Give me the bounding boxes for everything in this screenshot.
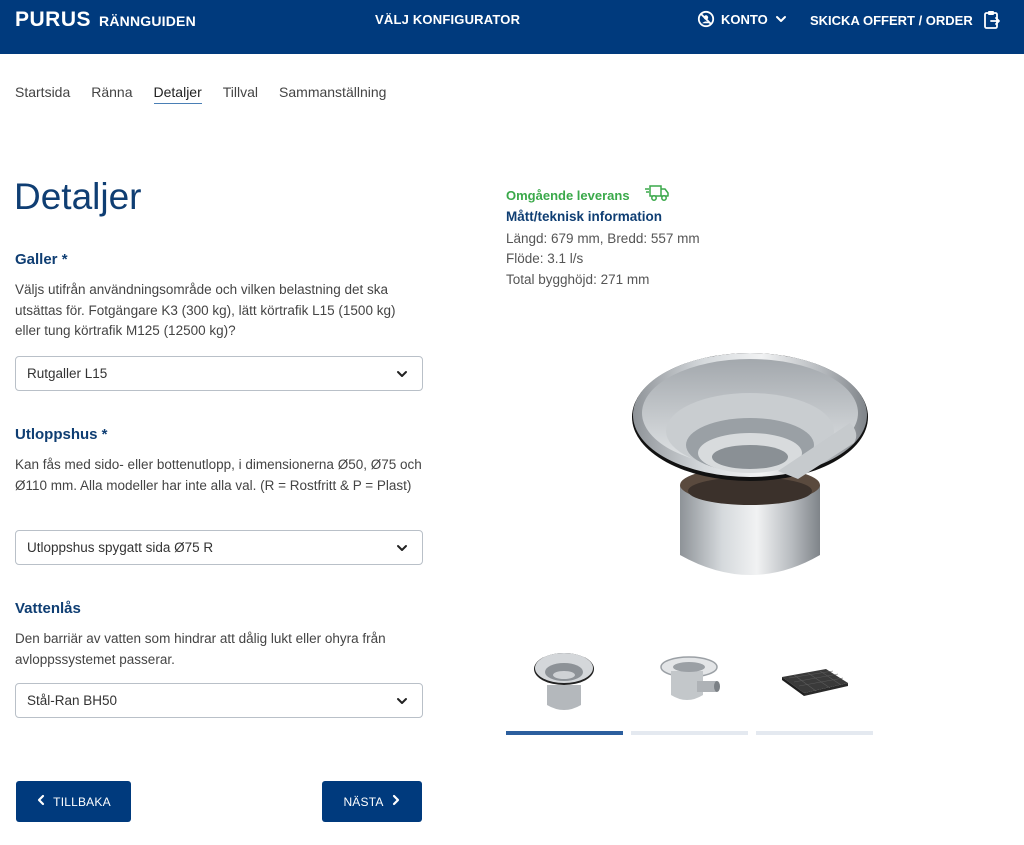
dimensions-text: Längd: 679 mm, Bredd: 557 mm [506,231,700,246]
send-quote-order-button[interactable]: SKICKA OFFERT / ORDER [810,10,1001,30]
image-thumbnails [506,647,873,735]
thumbnail-drain-top[interactable] [506,647,623,735]
chevron-down-icon [396,368,408,383]
send-quote-order-label: SKICKA OFFERT / ORDER [810,12,973,28]
utloppshus-description: Kan fås med sido- eller bottenutlopp, i … [15,457,422,493]
delivery-status: Omgående leverans [506,184,670,207]
clipboard-export-icon [983,10,1001,30]
build-height-text: Total bygghöjd: 271 mm [506,272,650,287]
next-button[interactable]: NÄSTA [322,781,422,822]
vattenlas-selected-value: Stål-Ran BH50 [27,693,118,708]
galler-select[interactable]: Rutgaller L15 [15,356,423,391]
vattenlas-heading: Vattenlås [15,600,81,617]
account-label: KONTO [721,11,768,27]
thumbnail-indicator [756,731,873,735]
product-image-drain [628,345,874,595]
utloppshus-selected-value: Utloppshus spygatt sida Ø75 R [27,540,214,555]
galler-heading: Galler * [15,251,68,268]
vattenlas-description: Den barriär av vatten som hindrar att då… [15,631,386,667]
vattenlas-select[interactable]: Stål-Ran BH50 [15,683,423,718]
back-button-label: TILLBAKA [53,794,111,809]
thumbnail-indicator [631,731,748,735]
brand-subtitle[interactable]: RÄNNGUIDEN [99,13,196,29]
thumbnail-grate[interactable] [756,647,873,735]
top-header: PURUS RÄNNGUIDEN VÄLJ KONFIGURATOR KONTO… [0,0,1024,54]
no-access-icon [697,10,715,28]
breadcrumb-startsida[interactable]: Startsida [15,84,70,104]
tech-info-heading: Mått/teknisk information [506,209,663,224]
chevron-down-icon [396,695,408,710]
chevron-right-icon [391,794,401,809]
utloppshus-section: Utloppshus * Kan fås med sido- eller bot… [15,426,423,496]
galler-description: Väljs utifrån användningsområde och vilk… [15,282,396,338]
breadcrumb-sammanstallning[interactable]: Sammanställning [279,84,386,104]
next-button-label: NÄSTA [343,794,384,809]
chevron-down-icon [774,12,788,26]
thumbnail-outlet-side[interactable] [631,647,748,735]
back-button[interactable]: TILLBAKA [16,781,131,822]
brand[interactable]: PURUS RÄNNGUIDEN [15,8,196,32]
breadcrumb-tillval[interactable]: Tillval [223,84,258,104]
galler-selected-value: Rutgaller L15 [27,366,108,381]
utloppshus-select[interactable]: Utloppshus spygatt sida Ø75 R [15,530,423,565]
purus-logo[interactable]: PURUS [15,8,91,32]
chevron-down-icon [396,542,408,557]
delivery-text: Omgående leverans [506,188,630,203]
breadcrumb-ranna[interactable]: Ränna [91,84,132,104]
utloppshus-heading: Utloppshus * [15,426,108,443]
galler-section: Galler * Väljs utifrån användningsområde… [15,251,423,342]
breadcrumb: Startsida Ränna Detaljer Tillval Sammans… [15,84,386,104]
vattenlas-section: Vattenlås Den barriär av vatten som hind… [15,600,423,670]
thumbnail-indicator [506,731,623,735]
breadcrumb-detaljer[interactable]: Detaljer [153,84,202,104]
chevron-left-icon [36,794,46,809]
delivery-truck-icon [644,184,670,207]
flow-text: Flöde: 3.1 l/s [506,251,584,266]
account-menu[interactable]: KONTO [697,10,788,28]
choose-configurator-link[interactable]: VÄLJ KONFIGURATOR [375,12,520,27]
page-title: Detaljer [14,176,142,217]
